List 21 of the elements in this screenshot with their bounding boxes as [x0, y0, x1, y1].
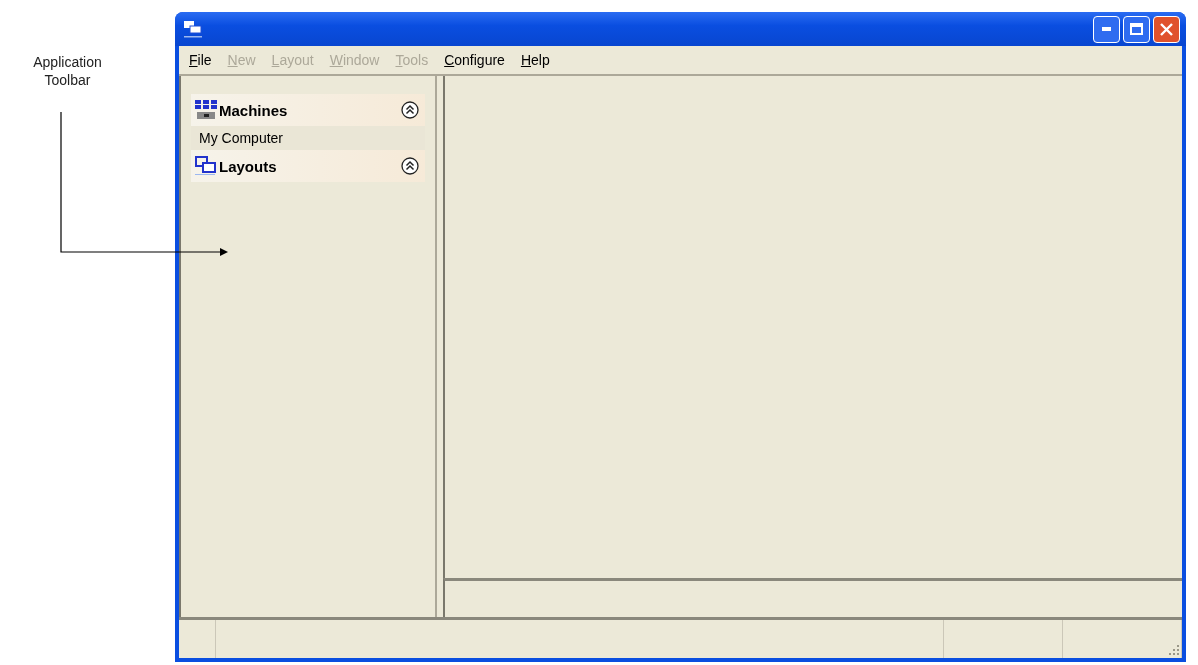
group-header[interactable]: Layouts	[191, 150, 425, 182]
computers-icon	[195, 100, 217, 120]
group-header[interactable]: Machines	[191, 94, 425, 126]
menu-item[interactable]: Help	[514, 52, 556, 68]
menu-item[interactable]: Configure	[438, 52, 511, 68]
windows-icon	[195, 156, 217, 176]
chevron-icon[interactable]	[401, 101, 419, 119]
window-icon	[183, 20, 203, 38]
resize-grip-icon[interactable]	[1168, 644, 1180, 656]
minimize-icon	[1102, 27, 1111, 31]
menu-item[interactable]: File	[183, 52, 218, 68]
group-title: Machines	[219, 101, 289, 119]
close-icon	[1160, 22, 1173, 36]
sidebar-item[interactable]: My Computer	[199, 130, 284, 146]
maximize-icon	[1130, 23, 1143, 35]
maximize-button[interactable]	[1123, 15, 1150, 43]
group-title: Layouts	[219, 157, 278, 175]
chevron-icon[interactable]	[401, 157, 419, 175]
close-button[interactable]	[1153, 15, 1180, 43]
annotation-label: Application Toolbar	[32, 54, 103, 89]
minimize-button[interactable]	[1093, 15, 1120, 43]
